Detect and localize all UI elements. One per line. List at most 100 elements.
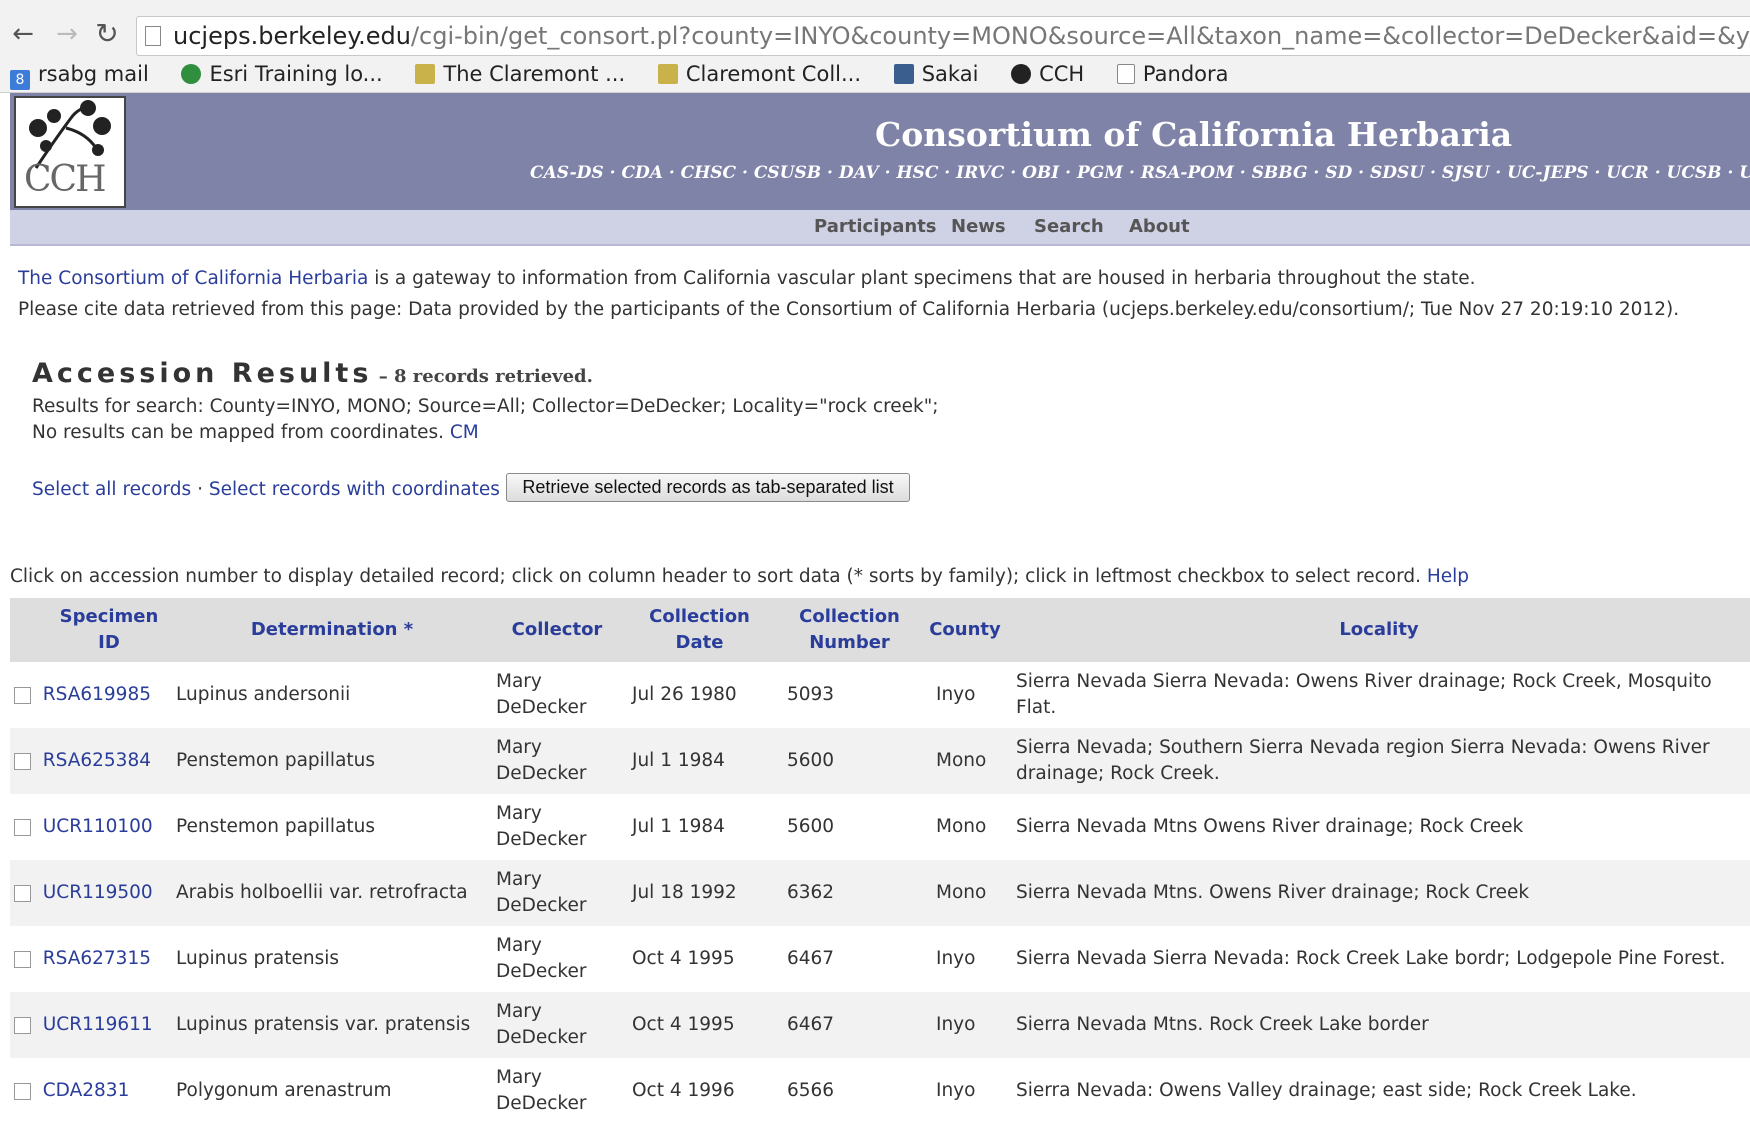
row-checkbox[interactable]	[14, 1082, 31, 1100]
accession-link[interactable]: RSA625384	[43, 750, 151, 771]
header-county[interactable]: County	[922, 598, 1008, 662]
bookmarks-bar: 8 rsabg mail Esri Training lo... The Clar…	[10, 58, 1255, 90]
table-row: UCR119500 Arabis holboellii var. retrofr…	[10, 860, 1750, 926]
row-checkbox[interactable]	[14, 884, 31, 902]
browser-chrome: ← → ↻ ucjeps.berkeley.edu/cgi-bin/get_co…	[0, 0, 1750, 93]
determination-cell: Penstemon papillatus	[172, 728, 492, 794]
retrieve-records-button[interactable]: Retrieve selected records as tab-separat…	[506, 473, 910, 502]
table-row: RSA619985 Lupinus andersonii Mary DeDeck…	[10, 662, 1750, 728]
folder-icon	[415, 64, 436, 84]
locality-cell: Sierra Nevada Sierra Nevada: Owens River…	[1016, 671, 1712, 718]
accession-link[interactable]: UCR119500	[43, 882, 153, 903]
county-cell: Inyo	[936, 684, 976, 705]
number-cell: 5600	[777, 728, 922, 794]
locality-cell: Sierra Nevada Mtns Owens River drainage;…	[1016, 816, 1524, 837]
table-row: RSA625384 Penstemon papillatus Mary DeDe…	[10, 728, 1750, 794]
nav-search[interactable]: Search	[1034, 216, 1104, 237]
intro-line: The Consortium of California Herbaria is…	[18, 268, 1476, 289]
mail-icon: 8	[10, 70, 30, 90]
determination-cell: Lupinus pratensis var. pratensis	[172, 992, 492, 1058]
table-help-text: Click on accession number to display det…	[10, 566, 1470, 587]
county-cell: Inyo	[936, 948, 976, 969]
header-locality[interactable]: Locality	[1008, 598, 1750, 662]
bookmark-pandora[interactable]: Pandora	[1116, 58, 1229, 90]
select-coords-link[interactable]: Select records with coordinates	[209, 479, 500, 500]
number-cell: 5093	[787, 684, 835, 705]
site-title: Consortium of California Herbaria	[875, 115, 1513, 154]
forward-arrow-icon[interactable]: →	[52, 14, 82, 54]
table-row: CDA2831 Polygonum arenastrum Mary DeDeck…	[10, 1058, 1750, 1124]
county-cell: Inyo	[936, 1080, 976, 1101]
cch-logo[interactable]: CCH	[14, 96, 126, 208]
citation-line: Please cite data retrieved from this pag…	[18, 299, 1680, 320]
address-bar[interactable]: ucjeps.berkeley.edu/cgi-bin/get_consort.…	[136, 16, 1750, 56]
collector-cell: Mary DeDecker	[492, 992, 622, 1058]
date-cell: Oct 4 1995	[632, 948, 735, 969]
number-cell: 6566	[787, 1080, 835, 1101]
header-determination[interactable]: Determination *	[172, 598, 492, 662]
bookmark-cch[interactable]: CCH	[1011, 58, 1084, 90]
row-checkbox[interactable]	[14, 818, 31, 836]
header-collector[interactable]: Collector	[492, 598, 622, 662]
collector-cell: Mary DeDecker	[496, 935, 587, 982]
determination-cell: Polygonum arenastrum	[176, 1080, 392, 1101]
locality-cell: Sierra Nevada Sierra Nevada: Rock Creek …	[1016, 948, 1726, 969]
number-cell: 6467	[787, 948, 835, 969]
nav-about[interactable]: About	[1129, 216, 1190, 237]
results-table: Specimen ID Determination * Collector Co…	[10, 598, 1750, 1124]
determination-cell: Lupinus andersonii	[176, 684, 351, 705]
reload-icon[interactable]: ↻	[92, 14, 122, 54]
nav-news[interactable]: News	[951, 216, 1006, 237]
bookmark-rsabg-mail[interactable]: 8 rsabg mail	[10, 58, 149, 90]
row-checkbox[interactable]	[14, 950, 31, 968]
date-cell: Oct 4 1996	[632, 1080, 735, 1101]
number-cell: 5600	[787, 816, 835, 837]
accession-link[interactable]: RSA619985	[43, 684, 151, 705]
bookmark-esri-training[interactable]: Esri Training lo...	[181, 58, 383, 90]
back-arrow-icon[interactable]: ←	[8, 14, 38, 54]
accession-link[interactable]: RSA627315	[43, 948, 151, 969]
table-header-row: Specimen ID Determination * Collector Co…	[10, 598, 1750, 662]
county-cell: Mono	[922, 728, 1008, 794]
header-collection-number[interactable]: Collection Number	[777, 598, 922, 662]
search-summary: Results for search: County=INYO, MONO; S…	[32, 396, 939, 417]
records-count: – 8 records retrieved.	[372, 366, 593, 387]
results-heading: Accession Results – 8 records retrieved.	[32, 358, 593, 389]
bookmark-the-claremont[interactable]: The Claremont ...	[415, 58, 625, 90]
accession-link[interactable]: CDA2831	[43, 1080, 130, 1101]
number-cell: 6467	[777, 992, 922, 1058]
county-cell: Mono	[922, 860, 1008, 926]
row-checkbox[interactable]	[14, 686, 31, 704]
sakai-icon	[893, 64, 914, 84]
header-collection-date[interactable]: Collection Date	[622, 598, 777, 662]
herbaria-list: CAS-DS · CDA · CHSC · CSUSB · DAV · HSC …	[530, 163, 1750, 183]
date-cell: Jul 18 1992	[622, 860, 777, 926]
accession-link[interactable]: UCR110100	[43, 816, 153, 837]
consortium-link[interactable]: The Consortium of California Herbaria	[18, 268, 368, 289]
table-row: RSA627315 Lupinus pratensis Mary DeDecke…	[10, 926, 1750, 992]
site-header: CCH Consortium of California Herbaria CA…	[10, 93, 1750, 210]
table-row: UCR110100 Penstemon papillatus Mary DeDe…	[10, 794, 1750, 860]
county-cell: Mono	[936, 816, 987, 837]
collector-cell: Mary DeDecker	[496, 803, 587, 850]
page-icon	[145, 26, 161, 46]
row-checkbox[interactable]	[14, 1016, 31, 1034]
locality-cell: Sierra Nevada Mtns. Rock Creek Lake bord…	[1008, 992, 1750, 1058]
accession-link[interactable]: UCR119611	[43, 1014, 153, 1035]
locality-cell: Sierra Nevada Mtns. Owens River drainage…	[1008, 860, 1750, 926]
collector-cell: Mary DeDecker	[496, 1067, 587, 1114]
cm-link[interactable]: CM	[450, 422, 479, 443]
row-checkbox[interactable]	[14, 752, 31, 770]
help-link[interactable]: Help	[1427, 566, 1469, 587]
header-specimen-id[interactable]: Specimen ID	[10, 598, 172, 662]
bookmark-sakai[interactable]: Sakai	[893, 58, 978, 90]
locality-cell: Sierra Nevada; Southern Sierra Nevada re…	[1008, 728, 1750, 794]
logo-text: CCH	[24, 159, 106, 200]
nav-participants[interactable]: Participants	[814, 216, 937, 237]
bookmark-claremont-coll[interactable]: Claremont Coll...	[657, 58, 861, 90]
url-path: /cgi-bin/get_consort.pl?county=INYO&coun…	[410, 22, 1750, 50]
url-host: ucjeps.berkeley.edu	[173, 22, 411, 50]
date-cell: Jul 1 1984	[622, 728, 777, 794]
date-cell: Jul 26 1980	[632, 684, 737, 705]
select-all-link[interactable]: Select all records	[32, 479, 191, 500]
